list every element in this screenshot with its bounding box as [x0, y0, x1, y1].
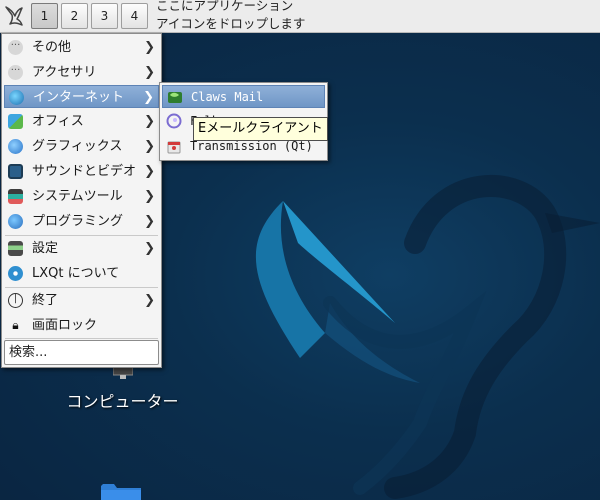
menu-item-accessories[interactable]: ··· アクセサリ ❯	[4, 61, 159, 84]
menu-item-label: グラフィックス	[32, 139, 123, 154]
chevron-right-icon: ❯	[144, 241, 155, 256]
lxqt-logo-icon	[5, 6, 23, 26]
internet-globe-icon	[9, 90, 24, 105]
system-tools-icon	[8, 189, 23, 204]
desktop-switch-3[interactable]: 3	[91, 3, 118, 29]
monitor-icon	[113, 366, 133, 379]
menu-separator	[5, 287, 158, 288]
menu-item-label: その他	[32, 40, 72, 55]
menu-item-label: サウンドとビデオ	[32, 164, 137, 179]
desktop-switch-1[interactable]: 1	[31, 3, 58, 29]
transmission-icon	[167, 141, 181, 154]
top-panel: 1 2 3 4 ここにアプリケーション アイコンをドロップします	[0, 0, 600, 33]
chevron-right-icon: ❯	[144, 293, 155, 308]
claws-mail-icon	[168, 92, 182, 103]
folder-icon	[101, 484, 141, 500]
menu-item-label: LXQt について	[32, 266, 120, 281]
menu-separator	[5, 338, 158, 339]
lxqt-about-icon	[8, 266, 23, 281]
quicklaunch-hint-line1: ここにアプリケーション	[156, 0, 294, 13]
menu-item-leave[interactable]: | 終了 ❯	[4, 289, 159, 312]
menu-item-programming[interactable]: プログラミング ❯	[4, 210, 159, 233]
quicklaunch-drop-hint: ここにアプリケーション アイコンをドロップします	[156, 0, 356, 33]
menu-item-lock-screen[interactable]: 🔒︎ 画面ロック	[4, 314, 159, 337]
quicklaunch-hint-line2: アイコンをドロップします	[156, 16, 306, 31]
desktop-folder-icon[interactable]	[101, 482, 141, 500]
desktop-computer-icon[interactable]: コンピューター	[55, 360, 190, 420]
chevron-right-icon: ❯	[143, 90, 154, 105]
chevron-right-icon: ❯	[144, 139, 155, 154]
menu-search-input[interactable]: 検索...	[4, 340, 159, 365]
sound-video-icon	[8, 164, 23, 179]
accessories-icon: ···	[8, 65, 23, 80]
programming-icon	[8, 214, 23, 229]
desktop-switch-4[interactable]: 4	[121, 3, 148, 29]
submenu-item-label: Claws Mail	[191, 90, 264, 104]
chevron-right-icon: ❯	[144, 40, 155, 55]
menu-item-other[interactable]: ··· その他 ❯	[4, 36, 159, 59]
submenu-item-claws-mail[interactable]: Claws Mail	[162, 85, 325, 108]
claws-mail-tooltip: Eメールクライアント	[193, 117, 328, 141]
power-icon: |	[8, 293, 23, 308]
menu-item-system-tools[interactable]: システムツール ❯	[4, 185, 159, 208]
desktop-computer-label: コンピューター	[66, 392, 179, 411]
menu-item-label: アクセサリ	[32, 65, 97, 80]
menu-item-label: 設定	[32, 241, 59, 256]
chevron-right-icon: ❯	[144, 189, 155, 204]
falkon-browser-icon	[166, 113, 182, 129]
menu-item-label: システムツール	[32, 189, 123, 204]
menu-item-label: 画面ロック	[32, 318, 98, 333]
menu-item-about-lxqt[interactable]: LXQt について	[4, 262, 159, 285]
start-menu-button[interactable]	[3, 3, 25, 29]
menu-item-label: プログラミング	[32, 214, 124, 229]
chevron-right-icon: ❯	[144, 114, 155, 129]
desktop-switch-2[interactable]: 2	[61, 3, 88, 29]
menu-item-label: オフィス	[32, 114, 84, 129]
application-menu: ··· その他 ❯ ··· アクセサリ ❯ インターネット ❯ オフィス ❯ グ…	[1, 33, 162, 368]
menu-item-internet[interactable]: インターネット ❯	[4, 85, 159, 108]
menu-separator	[5, 235, 158, 236]
settings-icon	[8, 241, 23, 256]
office-icon	[8, 114, 23, 129]
menu-item-graphics[interactable]: グラフィックス ❯	[4, 135, 159, 158]
menu-item-label: インターネット	[33, 90, 125, 105]
menu-item-label: 終了	[32, 293, 59, 308]
chevron-right-icon: ❯	[144, 164, 155, 179]
graphics-icon	[8, 139, 23, 154]
chevron-right-icon: ❯	[144, 65, 155, 80]
menu-item-settings[interactable]: 設定 ❯	[4, 237, 159, 260]
lock-icon: 🔒︎	[12, 318, 19, 332]
chevron-right-icon: ❯	[144, 214, 155, 229]
menu-item-office[interactable]: オフィス ❯	[4, 110, 159, 133]
menu-item-sound-video[interactable]: サウンドとビデオ ❯	[4, 160, 159, 183]
more-dots-icon: ···	[8, 40, 23, 55]
